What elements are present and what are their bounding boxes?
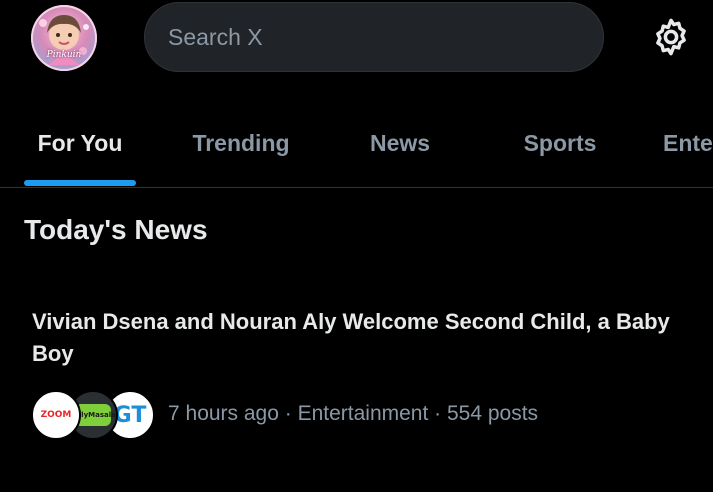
news-item[interactable]: Vivian Dsena and Nouran Aly Welcome Seco…: [0, 290, 713, 460]
avatar-image: [39, 15, 89, 65]
tab-entertainment[interactable]: Ente: [663, 100, 713, 187]
news-headline[interactable]: Vivian Dsena and Nouran Aly Welcome Seco…: [32, 306, 682, 370]
news-meta: 7 hours ago · Entertainment · 554 posts: [168, 402, 539, 425]
news-source-avatars: ZOOM TellyMasala GT: [31, 390, 156, 440]
search-box[interactable]: [144, 2, 604, 72]
gear-icon[interactable]: [649, 15, 693, 59]
avatar-caption: Pinkuin: [46, 50, 82, 60]
tab-sports[interactable]: Sports: [500, 100, 620, 187]
active-tab-indicator: [24, 180, 136, 186]
search-input[interactable]: [168, 3, 588, 71]
source-label: ZOOM: [40, 410, 72, 420]
tab-trending[interactable]: Trending: [176, 100, 306, 187]
source-avatar-zoom: ZOOM: [31, 390, 81, 440]
tab-for-you[interactable]: For You: [24, 100, 136, 187]
top-bar: Pinkuin: [0, 0, 713, 80]
source-label: GT: [113, 402, 147, 428]
tab-news[interactable]: News: [346, 100, 454, 187]
avatar[interactable]: Pinkuin: [31, 5, 97, 71]
explore-tabs: For You Trending News Sports Ente: [0, 100, 713, 188]
section-title: Today's News: [24, 214, 208, 245]
